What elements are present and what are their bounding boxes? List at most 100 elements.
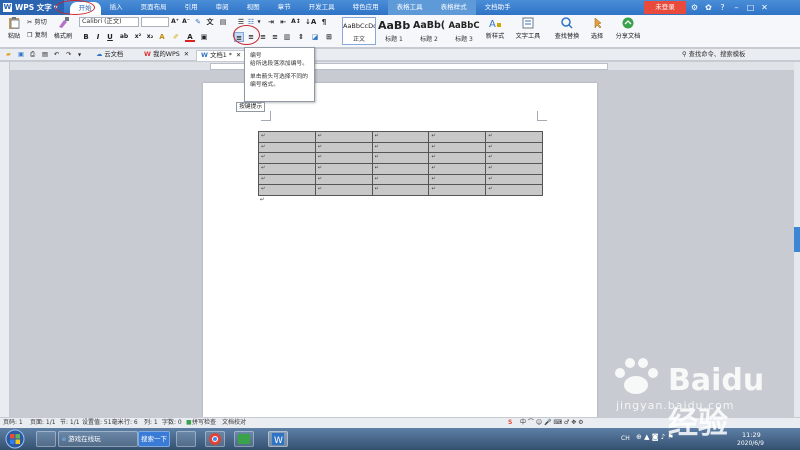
tab-doc1[interactable]: W 文档1 * ✕ [196, 50, 247, 61]
table-cell[interactable]: ↵ [428, 163, 487, 175]
table-cell[interactable]: ↵ [371, 131, 430, 143]
language-indicator[interactable]: CH [621, 435, 630, 442]
justify-button[interactable]: ≡ [270, 32, 280, 42]
phonetic-icon[interactable]: 文 [205, 17, 215, 27]
style-normal[interactable]: AaBbCcDd 正文 [342, 17, 376, 45]
highlight-icon[interactable]: ✐ [171, 32, 181, 42]
table-cell[interactable]: ↵ [258, 184, 316, 197]
indent-icon[interactable]: ⇥ [266, 17, 276, 27]
table-cell[interactable]: ↵ [485, 173, 543, 186]
table-cell[interactable]: ↵ [428, 131, 487, 143]
underline-button[interactable]: U [105, 32, 115, 42]
chinese-layout-icon[interactable]: A↕ [291, 17, 301, 27]
italic-button[interactable]: I [93, 32, 103, 42]
paste-button[interactable]: 粘贴 [4, 17, 24, 40]
superscript-button[interactable]: x² [133, 32, 143, 42]
text-tools-button[interactable]: 文字工具 [513, 17, 543, 40]
settings-icon[interactable]: ✿ [704, 3, 713, 12]
close-icon[interactable]: ✕ [184, 51, 189, 58]
skin-icon[interactable]: ⚙ [690, 3, 699, 12]
status-section[interactable]: 节: 1/1 [60, 418, 80, 428]
bold-button[interactable]: B [81, 32, 91, 42]
menu-tab-9[interactable]: 表格工具 [387, 0, 432, 15]
find-replace-button[interactable]: 查找替换 [552, 17, 582, 40]
table-cell[interactable]: ↵ [485, 141, 543, 154]
menu-tab-1[interactable]: 插入 [101, 0, 132, 15]
text-direction-icon[interactable]: ▤ [218, 17, 228, 27]
menu-tab-2[interactable]: 页面布局 [132, 0, 176, 15]
font-name-select[interactable]: Calibri (正文) [79, 17, 139, 27]
table-cell[interactable]: ↵ [428, 152, 487, 165]
table-cell[interactable]: ↵ [258, 131, 316, 143]
table-cell[interactable]: ↵ [371, 152, 430, 165]
table-cell[interactable]: ↵ [314, 163, 373, 175]
distribute-button[interactable]: ▥ [282, 32, 292, 42]
tab-cloud-doc[interactable]: ☁ 云文档 [92, 50, 127, 61]
table-cell[interactable]: ↵ [485, 152, 543, 165]
table-cell[interactable]: ↵ [314, 152, 373, 165]
help-icon[interactable]: ? [718, 3, 727, 12]
clear-format-icon[interactable]: ✎ [193, 17, 203, 27]
menu-tab-11[interactable]: 文档助手 [476, 0, 520, 15]
share-doc-button[interactable]: 分享文档 [614, 17, 642, 40]
sort-icon[interactable]: ↓A [305, 17, 316, 27]
style-heading-2[interactable]: AaBb( 标题 2 [412, 17, 446, 45]
font-color-icon[interactable]: A [185, 32, 195, 42]
table-cell[interactable]: ↵ [258, 152, 316, 165]
table-cell[interactable]: ↵ [371, 184, 430, 197]
status-col[interactable]: 列: 1 [144, 418, 158, 428]
cut-button[interactable]: ✂ 剪切 [27, 17, 47, 26]
ime-toolbar[interactable]: 中 ⌒ ☺ 🎤 ⌨ ♂ ✥ ⚙ [520, 418, 584, 428]
close-icon[interactable]: ✕ [760, 3, 769, 12]
table-cell[interactable]: ↵ [371, 141, 430, 154]
font-size-select[interactable] [141, 17, 169, 27]
taskbar-explorer-icon[interactable] [36, 431, 56, 447]
status-spell[interactable]: 拼写检查 [192, 418, 216, 428]
table-cell[interactable]: ↵ [258, 163, 316, 175]
table-cell[interactable]: ↵ [314, 173, 373, 186]
border-icon[interactable]: ⊞ [324, 32, 334, 42]
login-button[interactable]: 未登录 [644, 1, 686, 14]
table-cell[interactable]: ↵ [371, 173, 430, 186]
status-proof[interactable]: 文档校对 [222, 418, 246, 428]
taskbar-wps-icon[interactable]: W [268, 431, 288, 447]
status-page-num[interactable]: 页码: 1 [3, 418, 23, 428]
new-style-button[interactable]: A 新样式 [483, 17, 507, 40]
table-cell[interactable]: ↵ [258, 173, 316, 186]
horizontal-ruler[interactable] [10, 62, 794, 71]
menu-tab-7[interactable]: 开发工具 [300, 0, 344, 15]
table-cell[interactable]: ↵ [428, 173, 487, 186]
menu-tab-3[interactable]: 引用 [176, 0, 207, 15]
format-painter-button[interactable]: 格式刷 [52, 17, 74, 40]
table-cell[interactable]: ↵ [258, 141, 316, 154]
status-words[interactable]: 字数: 0 [162, 418, 182, 428]
taskbar-app-icon[interactable] [234, 431, 254, 447]
windows-start-icon[interactable] [3, 428, 27, 450]
maximize-icon[interactable]: □ [746, 3, 755, 12]
subscript-button[interactable]: x₂ [145, 32, 155, 42]
status-setting[interactable]: 设置值: 51毫米 [82, 418, 124, 428]
menu-tab-4[interactable]: 审阅 [207, 0, 238, 15]
vertical-ruler[interactable] [0, 62, 10, 417]
grow-font-icon[interactable]: A⁺ [170, 17, 180, 27]
table-cell[interactable]: ↵ [314, 141, 373, 154]
numbering-arrow-icon[interactable]: ▼ [254, 17, 264, 27]
status-page[interactable]: 页面: 1/1 [30, 418, 56, 428]
table-cell[interactable]: ↵ [371, 163, 430, 175]
sogou-icon[interactable]: S [508, 418, 512, 428]
table-cell[interactable]: ↵ [314, 131, 373, 143]
menu-tab-10[interactable]: 表格样式 [431, 0, 476, 15]
vertical-scrollbar[interactable] [794, 62, 800, 417]
document-table[interactable]: ↵ ↵ ↵ ↵ ↵ ↵ ↵ ↵ ↵ ↵ ↵ ↵ ↵ ↵ ↵ ↵ ↵ ↵ ↵ ↵ ↵ ↵ ↵ ↵ ↵ ↵ ↵ ↵ ↵ ↵ [258, 131, 543, 197]
line-spacing-icon[interactable]: ⇕ [296, 32, 306, 42]
table-cell[interactable]: ↵ [485, 131, 543, 143]
style-heading-1[interactable]: AaBb 标题 1 [377, 17, 411, 45]
select-button[interactable]: 选择 [587, 17, 607, 40]
menu-tab-6[interactable]: 章节 [269, 0, 300, 15]
close-icon[interactable]: ✕ [236, 52, 241, 59]
shading-icon[interactable]: ◪ [310, 32, 320, 42]
style-heading-3[interactable]: AaBbC 标题 3 [447, 17, 481, 45]
search-command-input[interactable]: ⚲ 查找命令、搜索模板 [682, 50, 745, 60]
document-page[interactable]: ↵ ↵ ↵ ↵ ↵ ↵ ↵ ↵ ↵ ↵ ↵ ↵ ↵ ↵ ↵ ↵ ↵ ↵ ↵ ↵ ↵ ↵ ↵ ↵ ↵ ↵ ↵ ↵ ↵ ↵ ↵ [203, 83, 597, 417]
taskbar-chrome-icon[interactable] [205, 431, 225, 447]
